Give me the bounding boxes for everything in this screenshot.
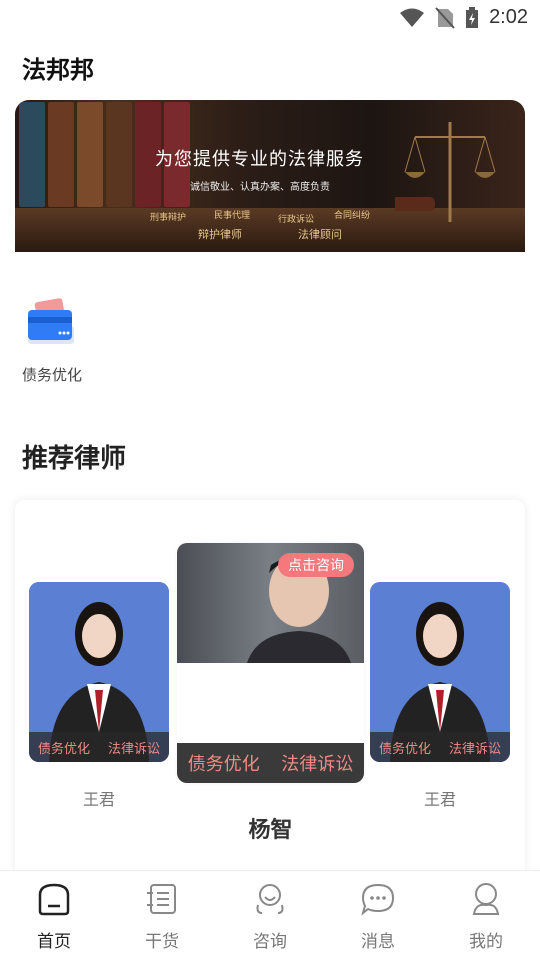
lawyer-tag: 法律诉讼 xyxy=(448,741,501,757)
nav-label: 我的 xyxy=(469,932,503,952)
lawyer-name: 王君 xyxy=(423,790,456,809)
banner-tag: 行政诉讼 xyxy=(278,215,315,225)
banner-big-tag: 法律顾问 xyxy=(298,228,342,241)
lawyer-tag: 法律诉讼 xyxy=(281,754,354,775)
lawyer-tags: 债务优化 法律诉讼 xyxy=(370,732,510,762)
lawyer-tag: 债务优化 xyxy=(187,754,260,775)
lawyer-card-center[interactable]: 点击咨询 债务优化 法律诉讼 xyxy=(177,543,364,783)
nav-item-profile[interactable]: 我的 xyxy=(432,871,540,961)
battery-charging-icon xyxy=(466,6,479,28)
promo-banner[interactable]: 为您提供专业的法律服务 诚信敬业、认真办案、高度负责 刑事辩护 民事代理 行政诉… xyxy=(15,100,525,252)
status-bar: 2:02 xyxy=(0,0,540,36)
card-icon xyxy=(22,296,78,352)
profile-icon xyxy=(472,883,500,915)
consult-button[interactable]: 点击咨询 xyxy=(278,553,354,577)
bottom-nav: 首页 干货 咨询 消息 我的 xyxy=(0,870,540,961)
nav-label: 干货 xyxy=(145,932,179,952)
banner-subline: 诚信敬业、认真办案、高度负责 xyxy=(190,182,330,193)
banner-tag: 合同纠纷 xyxy=(334,211,371,221)
banner-big-tag: 辩护律师 xyxy=(198,228,242,241)
banner-tag: 民事代理 xyxy=(214,211,251,221)
nav-item-consult[interactable]: 咨询 xyxy=(216,871,324,961)
lawyer-tag: 债务优化 xyxy=(378,741,431,757)
banner-tags: 刑事辩护 民事代理 行政诉讼 合同纠纷 辩护律师 法律顾问 xyxy=(150,210,371,241)
status-time: 2:02 xyxy=(489,6,528,28)
lawyer-tags: 债务优化 法律诉讼 xyxy=(177,743,364,783)
lawyer-name: 王君 xyxy=(82,790,115,809)
message-icon xyxy=(361,883,395,916)
lawyer-tags: 债务优化 法律诉讼 xyxy=(29,732,169,762)
lawyer-card-right[interactable]: 债务优化 法律诉讼 xyxy=(370,582,510,762)
nav-label: 咨询 xyxy=(253,932,287,952)
banner-tag: 刑事辩护 xyxy=(150,213,187,223)
quick-menu-debt-optimization[interactable]: 债务优化 xyxy=(22,296,92,385)
list-icon xyxy=(147,884,176,914)
nav-label: 首页 xyxy=(37,932,71,952)
justice-scale-icon xyxy=(395,122,496,222)
banner-headline: 为您提供专业的法律服务 xyxy=(155,149,364,170)
lawyer-carousel[interactable]: 债务优化 法律诉讼 王君 点击咨询 债务优化 法律诉讼 杨智 债务优化 法律诉讼… xyxy=(15,500,525,880)
quick-menu-label: 债务优化 xyxy=(22,366,83,384)
nav-item-messages[interactable]: 消息 xyxy=(324,871,432,961)
lawyer-card-left[interactable]: 债务优化 法律诉讼 xyxy=(29,582,169,762)
app-title: 法邦邦 xyxy=(22,56,94,84)
consult-icon xyxy=(256,884,284,914)
section-title-recommended-lawyers: 推荐律师 xyxy=(22,444,127,474)
no-sim-icon xyxy=(435,6,455,29)
nav-item-home[interactable]: 首页 xyxy=(0,871,108,961)
home-icon xyxy=(38,883,70,916)
lawyer-name: 杨智 xyxy=(248,818,293,843)
lawyer-tag: 法律诉讼 xyxy=(107,741,160,757)
wifi-icon xyxy=(400,8,425,27)
lawyer-tag: 债务优化 xyxy=(37,741,90,757)
nav-label: 消息 xyxy=(361,932,395,952)
nav-item-articles[interactable]: 干货 xyxy=(108,871,216,961)
